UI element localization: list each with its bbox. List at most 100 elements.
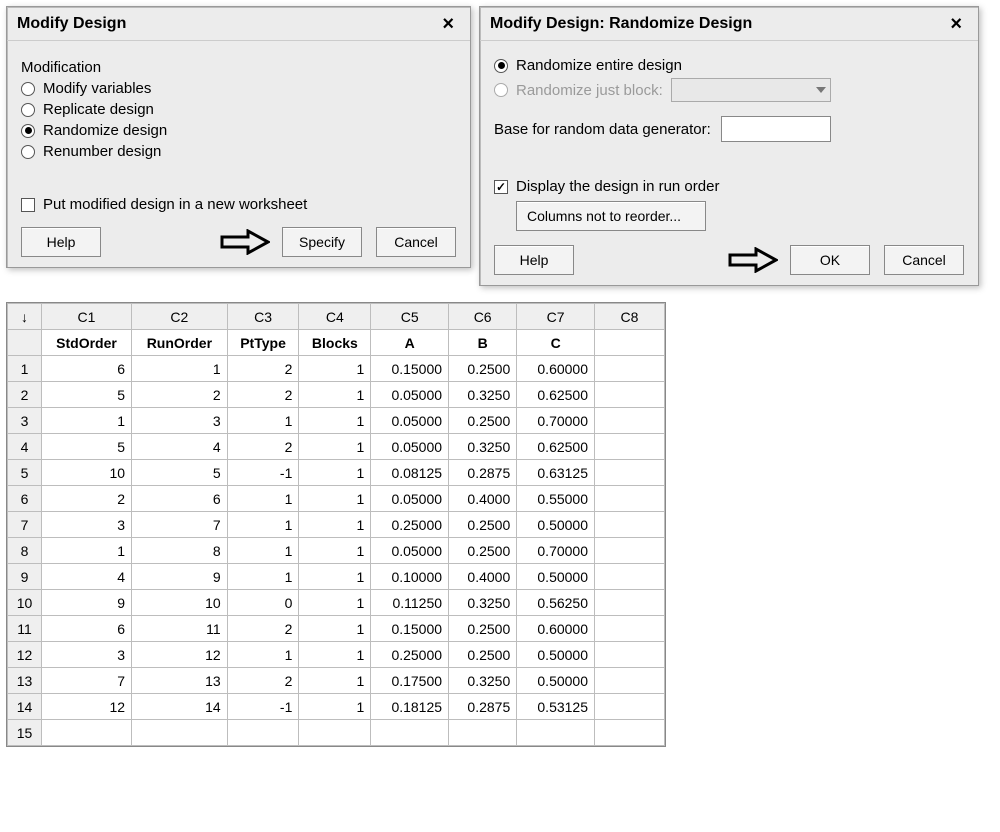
cell[interactable]: 1 — [227, 538, 299, 564]
column-name-cell[interactable]: Blocks — [299, 330, 371, 356]
row-header[interactable]: 11 — [8, 616, 42, 642]
cell[interactable] — [132, 720, 228, 746]
column-name-cell[interactable]: StdOrder — [42, 330, 132, 356]
base-generator-input[interactable] — [721, 116, 831, 142]
column-name-cell[interactable]: RunOrder — [132, 330, 228, 356]
cell[interactable] — [299, 720, 371, 746]
cell[interactable]: 11 — [132, 616, 228, 642]
col-header[interactable]: C1 — [42, 304, 132, 330]
cell[interactable]: 6 — [42, 356, 132, 382]
cell[interactable] — [595, 460, 665, 486]
cell[interactable]: 14 — [132, 694, 228, 720]
cell[interactable]: 0.15000 — [371, 616, 449, 642]
cell[interactable]: 0.08125 — [371, 460, 449, 486]
cell[interactable] — [595, 720, 665, 746]
cell[interactable]: 1 — [299, 538, 371, 564]
cell[interactable] — [371, 720, 449, 746]
cell[interactable] — [595, 694, 665, 720]
cell[interactable]: 1 — [299, 356, 371, 382]
cell[interactable] — [595, 668, 665, 694]
cell[interactable]: 0.10000 — [371, 564, 449, 590]
cell[interactable]: 0.2500 — [449, 356, 517, 382]
cell[interactable] — [595, 512, 665, 538]
cell[interactable]: 10 — [132, 590, 228, 616]
row-header[interactable] — [8, 330, 42, 356]
cell[interactable] — [227, 720, 299, 746]
cell[interactable]: 0.56250 — [517, 590, 595, 616]
row-header[interactable]: 12 — [8, 642, 42, 668]
cell[interactable]: 2 — [227, 668, 299, 694]
cell[interactable] — [595, 590, 665, 616]
cell[interactable]: 7 — [42, 668, 132, 694]
cell[interactable]: 0.2500 — [449, 616, 517, 642]
cell[interactable] — [595, 642, 665, 668]
row-header[interactable]: 15 — [8, 720, 42, 746]
cell[interactable]: 0.50000 — [517, 642, 595, 668]
cell[interactable]: 0.70000 — [517, 408, 595, 434]
cell[interactable]: 0.50000 — [517, 512, 595, 538]
column-name-cell[interactable]: A — [371, 330, 449, 356]
cell[interactable]: 0.55000 — [517, 486, 595, 512]
cell[interactable]: -1 — [227, 694, 299, 720]
cell[interactable] — [595, 356, 665, 382]
cell[interactable]: 12 — [42, 694, 132, 720]
close-icon[interactable]: × — [940, 10, 972, 38]
row-header[interactable]: 14 — [8, 694, 42, 720]
col-header[interactable]: C7 — [517, 304, 595, 330]
cell[interactable]: 3 — [132, 408, 228, 434]
cell[interactable]: 0.4000 — [449, 564, 517, 590]
cell[interactable]: 10 — [42, 460, 132, 486]
cell[interactable]: 1 — [299, 616, 371, 642]
cancel-button[interactable]: Cancel — [884, 245, 964, 275]
cell[interactable]: 0.25000 — [371, 512, 449, 538]
cell[interactable]: 0.05000 — [371, 382, 449, 408]
specify-button[interactable]: Specify — [282, 227, 362, 257]
cell[interactable] — [595, 486, 665, 512]
cell[interactable]: 5 — [42, 382, 132, 408]
cell[interactable]: 0.50000 — [517, 668, 595, 694]
cell[interactable]: 6 — [132, 486, 228, 512]
cell[interactable]: 1 — [299, 486, 371, 512]
row-header[interactable]: 9 — [8, 564, 42, 590]
checkbox-new-worksheet[interactable]: Put modified design in a new worksheet — [21, 196, 456, 213]
cell[interactable]: 2 — [227, 434, 299, 460]
cell[interactable]: 4 — [42, 564, 132, 590]
cell[interactable]: 0.18125 — [371, 694, 449, 720]
cell[interactable]: 0 — [227, 590, 299, 616]
cell[interactable]: 1 — [227, 512, 299, 538]
cell[interactable]: 0.53125 — [517, 694, 595, 720]
cell[interactable] — [449, 720, 517, 746]
cell[interactable]: 1 — [299, 564, 371, 590]
column-name-cell[interactable]: B — [449, 330, 517, 356]
cell[interactable]: 1 — [299, 642, 371, 668]
column-name-cell[interactable]: C — [517, 330, 595, 356]
cell[interactable]: 0.05000 — [371, 434, 449, 460]
cell[interactable]: 0.50000 — [517, 564, 595, 590]
cell[interactable]: 0.17500 — [371, 668, 449, 694]
cell[interactable]: 5 — [42, 434, 132, 460]
cell[interactable]: 2 — [227, 382, 299, 408]
cell[interactable]: 6 — [42, 616, 132, 642]
help-button[interactable]: Help — [21, 227, 101, 257]
cell[interactable]: 0.25000 — [371, 642, 449, 668]
cell[interactable]: 13 — [132, 668, 228, 694]
radio-replicate-design[interactable]: Replicate design — [21, 101, 456, 118]
cell[interactable]: 1 — [299, 512, 371, 538]
cell[interactable]: 1 — [227, 564, 299, 590]
cell[interactable]: 0.2875 — [449, 460, 517, 486]
cell[interactable]: 0.05000 — [371, 408, 449, 434]
row-header[interactable]: 1 — [8, 356, 42, 382]
columns-not-reorder-button[interactable]: Columns not to reorder... — [516, 201, 706, 231]
cell[interactable]: 4 — [132, 434, 228, 460]
row-header[interactable]: 7 — [8, 512, 42, 538]
cell[interactable]: 0.05000 — [371, 486, 449, 512]
cell[interactable] — [595, 616, 665, 642]
cell[interactable]: 1 — [227, 642, 299, 668]
cell[interactable]: 0.63125 — [517, 460, 595, 486]
cell[interactable]: 1 — [42, 408, 132, 434]
cell[interactable]: 9 — [42, 590, 132, 616]
cell[interactable] — [595, 538, 665, 564]
cell[interactable]: 9 — [132, 564, 228, 590]
cell[interactable]: 2 — [227, 356, 299, 382]
radio-randomize-design[interactable]: Randomize design — [21, 122, 456, 139]
